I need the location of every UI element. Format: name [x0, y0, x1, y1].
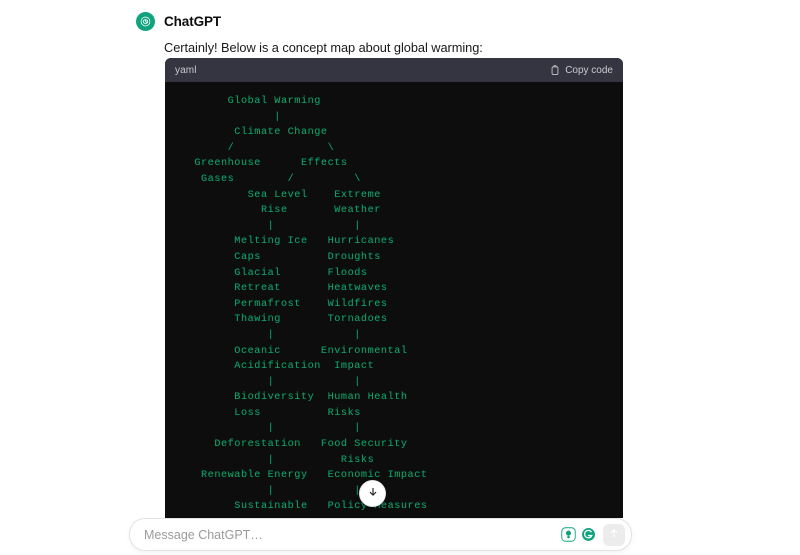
chat-page: ChatGPT Certainly! Below is a concept ma…	[0, 0, 800, 555]
arrow-down-icon	[367, 485, 379, 503]
openai-logo-icon	[136, 11, 155, 31]
lightbulb-icon[interactable]	[560, 527, 576, 543]
code-language-label: yaml	[175, 64, 197, 76]
assistant-message: ChatGPT Certainly! Below is a concept ma…	[136, 10, 636, 57]
scroll-to-bottom-button[interactable]	[359, 480, 386, 507]
chatgpt-mark-icon[interactable]	[580, 527, 596, 543]
clipboard-icon	[550, 64, 560, 76]
arrow-up-icon	[608, 526, 620, 544]
copy-code-button[interactable]: Copy code	[550, 65, 613, 76]
code-block-header: yaml Copy code	[165, 58, 623, 82]
message-author: ChatGPT	[164, 13, 222, 29]
message-composer[interactable]	[129, 518, 632, 551]
message-input[interactable]	[144, 527, 560, 542]
message-body-text: Certainly! Below is a concept map about …	[164, 40, 483, 55]
copy-code-label: Copy code	[565, 64, 613, 76]
code-block: yaml Copy code Global Warming | Climate …	[165, 58, 623, 518]
composer-actions	[560, 523, 625, 546]
ascii-concept-map: Global Warming | Climate Change / \ Gree…	[194, 96, 428, 513]
message-header: ChatGPT	[136, 10, 636, 32]
send-button[interactable]	[603, 523, 625, 546]
code-block-body[interactable]: Global Warming | Climate Change / \ Gree…	[165, 82, 623, 518]
